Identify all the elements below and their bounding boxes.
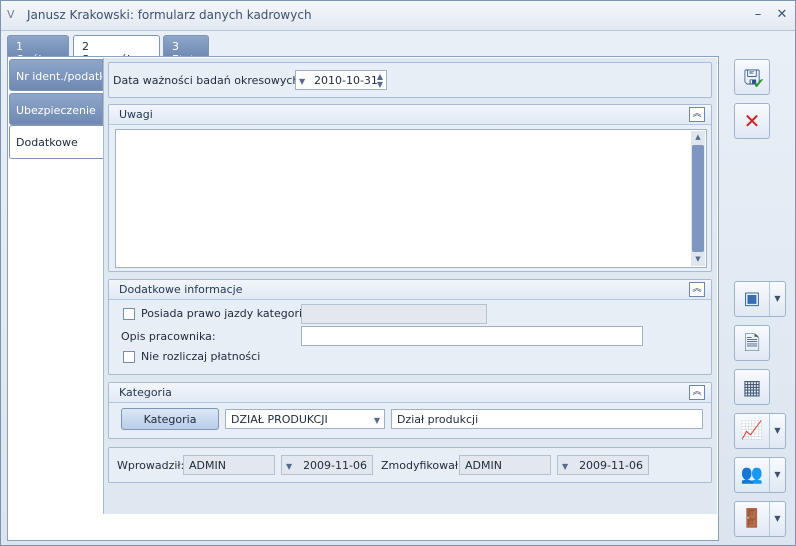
tab-ogolne[interactable]: 1 Ogólne (7, 35, 69, 66)
employee-card-icon: ▣ (743, 288, 761, 309)
side-item-nr-ident[interactable]: Nr ident./podatki (9, 59, 103, 91)
badania-label: Data ważności badań okresowych: (113, 74, 304, 87)
uwagi-title: Uwagi (119, 108, 153, 121)
save-button[interactable]: 🖫 ✔ (734, 59, 770, 95)
dodatkowe-info-group: Dodatkowe informacje ︽ Posiada prawo jaz… (108, 279, 712, 375)
badania-date-input[interactable]: ▼ 2010-10-31 ▲ ▼ (295, 70, 387, 90)
opis-input[interactable] (301, 326, 643, 346)
uwagi-textarea[interactable]: ▲ ▼ (115, 129, 707, 268)
wprowadzil-date: 2009-11-06 (303, 459, 367, 472)
employee-card-button[interactable]: ▣ ▼ (734, 281, 786, 317)
title-bar: ⴸ Janusz Krakowski: formularz danych kad… (1, 1, 795, 31)
dropdown-arrow-icon: ▼ (286, 462, 293, 471)
kategoria-description[interactable]: Dział produkcji (391, 409, 703, 429)
dropdown-arrow-icon: ▼ (562, 462, 569, 471)
dodatkowe-info-title: Dodatkowe informacje (119, 283, 243, 296)
form-window: ⴸ Janusz Krakowski: formularz danych kad… (0, 0, 796, 546)
badania-date-value: 2010-10-31 (314, 74, 378, 87)
exit-button[interactable]: 🚪 ▼ (734, 501, 786, 537)
side-item-ubezpieczenie[interactable]: Ubezpieczenie (9, 93, 103, 125)
scroll-thumb[interactable] (692, 145, 704, 252)
scroll-down-icon[interactable]: ▼ (691, 253, 705, 266)
people-icon: 👥 (740, 464, 764, 485)
chevron-down-icon[interactable]: ▼ (769, 458, 785, 492)
audit-group: Wprowadził: ADMIN ▼ 2009-11-06 Zmodyfiko… (108, 447, 712, 483)
zmodyfikowal-date: 2009-11-06 (579, 459, 643, 472)
opis-label: Opis pracownika: (121, 330, 216, 343)
kategoria-title: Kategoria (119, 386, 172, 399)
zmodyfikowal-date-field: ▼ 2009-11-06 (557, 455, 649, 475)
table-icon: ▦ (742, 375, 762, 399)
cancel-icon: ✕ (743, 109, 761, 133)
kategoria-group: Kategoria ︽ Kategoria DZIAŁ PRODUKCJI ▼ … (108, 382, 712, 439)
kategoria-select[interactable]: DZIAŁ PRODUKCJI ▼ (225, 409, 385, 429)
chevron-down-icon[interactable]: ▼ (769, 414, 785, 448)
exit-icon: 🚪 (740, 508, 764, 529)
kategoria-button[interactable]: Kategoria (121, 408, 219, 430)
zmodyfikowal-user: ADMIN (459, 455, 551, 475)
wprowadzil-user: ADMIN (183, 455, 275, 475)
details-panel: Data ważności badań okresowych: ▼ 2010-1… (103, 58, 717, 514)
minimize-button[interactable]: – (749, 6, 767, 24)
collapse-kategoria-button[interactable]: ︽ (689, 385, 705, 400)
prawo-jazdy-input[interactable] (301, 304, 487, 324)
uwagi-group: Uwagi ︽ ▲ ▼ (108, 104, 712, 272)
kategoria-selected: DZIAŁ PRODUKCJI (231, 413, 328, 426)
table-button[interactable]: ▦ (734, 369, 770, 405)
chevron-down-icon[interactable]: ▼ (769, 282, 785, 316)
uwagi-scrollbar[interactable]: ▲ ▼ (691, 131, 705, 266)
zmodyfikowal-label: Zmodyfikował: (381, 459, 462, 472)
nie-rozliczaj-checkbox[interactable] (123, 351, 135, 363)
print-icon: 🗎 (743, 331, 761, 355)
prawo-jazdy-checkbox[interactable] (123, 308, 135, 320)
chevron-down-icon[interactable]: ▼ (769, 502, 785, 536)
people-button[interactable]: 👥 ▼ (734, 457, 786, 493)
collapse-uwagi-button[interactable]: ︽ (689, 107, 705, 122)
people-icon: ⴸ (7, 8, 15, 21)
check-icon: ✔ (753, 76, 765, 92)
cancel-button[interactable]: ✕ (734, 103, 770, 139)
dropdown-arrow-icon[interactable]: ▼ (299, 77, 305, 86)
chevron-down-icon[interactable]: ▼ (374, 416, 380, 425)
scroll-up-icon[interactable]: ▲ (691, 131, 705, 144)
close-button[interactable]: ✕ (773, 6, 791, 24)
collapse-dodatkowe-button[interactable]: ︽ (689, 282, 705, 297)
side-item-dodatkowe[interactable]: Dodatkowe (9, 125, 103, 159)
prawo-jazdy-label: Posiada prawo jazdy kategorii: (141, 307, 309, 320)
dodatkowe-info-header: Dodatkowe informacje ︽ (109, 280, 711, 300)
wprowadzil-label: Wprowadził: (117, 459, 185, 472)
tab-szczegolowe[interactable]: 2 Szczegółowe (73, 35, 160, 66)
print-button[interactable]: 🗎 (734, 325, 770, 361)
spin-down-icon[interactable]: ▼ (377, 80, 383, 89)
window-title: Janusz Krakowski: formularz danych kadro… (27, 8, 312, 22)
nie-rozliczaj-label: Nie rozliczaj płatności (141, 350, 261, 363)
tab-etat[interactable]: 3 Etat (163, 35, 209, 66)
chart-icon: 📈 (740, 420, 764, 441)
wprowadzil-date-field: ▼ 2009-11-06 (281, 455, 373, 475)
uwagi-header: Uwagi ︽ (109, 105, 711, 125)
chart-button[interactable]: 📈 ▼ (734, 413, 786, 449)
badania-group: Data ważności badań okresowych: ▼ 2010-1… (108, 62, 712, 98)
kategoria-header: Kategoria ︽ (109, 383, 711, 403)
